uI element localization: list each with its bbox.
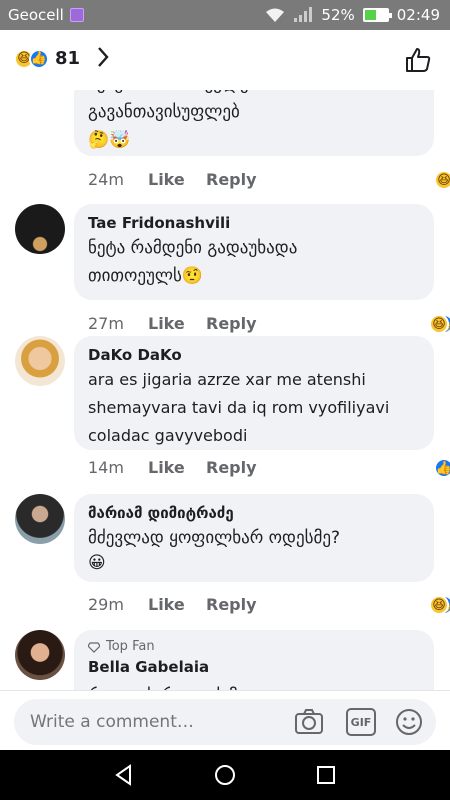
reply-link[interactable]: Reply [206, 458, 257, 477]
comment-bubble[interactable]: სენუსი ისია სმეკლე გავანთავისუფლებ 🤔🤯 [74, 90, 434, 156]
comment-time: 14m [88, 458, 124, 477]
comment-author[interactable]: Tae Fridonashvili [88, 212, 420, 234]
avatar[interactable] [15, 494, 65, 544]
back-icon[interactable] [112, 763, 136, 787]
comment-composer: GIF [0, 690, 450, 750]
like-link[interactable]: Like [148, 170, 185, 189]
clock: 02:49 [396, 6, 440, 24]
comment-input[interactable] [30, 709, 280, 735]
comment-time: 27m [88, 314, 124, 333]
comment-meta: 29m Like Reply 3 👍 😆 [88, 595, 450, 619]
composer-bar: GIF [14, 699, 436, 745]
reply-link[interactable]: Reply [206, 170, 257, 189]
camera-icon[interactable] [294, 708, 324, 736]
comment-text: ნეტა რამდენი გადაუხადა თითოეულს🤨 [88, 238, 298, 286]
reaction-count: 81 [55, 48, 81, 69]
comment-time: 29m [88, 595, 124, 614]
top-fan-label: Top Fan [106, 639, 155, 654]
comment-text: სენუსი ისია სმეკლე გავანთავისუფლებ [88, 90, 249, 122]
gif-label: GIF [350, 715, 372, 729]
signal-icon [294, 7, 313, 22]
like-link[interactable]: Like [148, 314, 185, 333]
top-fan-badge: Top Fan [88, 638, 420, 656]
comment-emojis: 🤔🤯 [88, 130, 131, 150]
like-link[interactable]: Like [148, 458, 185, 477]
comment-author[interactable]: DaKo DaKo [88, 344, 420, 366]
avatar[interactable] [15, 336, 65, 386]
like-link[interactable]: Like [148, 595, 185, 614]
like-emoji-icon: 👍 [434, 458, 450, 478]
comment-meta: 14m Like Reply 1 👍 [88, 458, 450, 482]
system-nav-bar [0, 750, 450, 800]
avatar[interactable] [15, 204, 65, 254]
comment-text: რაფუ ეს რით აქამაიკო [88, 682, 420, 690]
comment-bubble[interactable]: DaKo DaKo ara es jigaria azrze xar me at… [74, 336, 434, 450]
sim-icon [69, 8, 84, 22]
like-emoji-icon: 👍 [29, 48, 49, 69]
gif-icon[interactable]: GIF [346, 708, 376, 736]
comment-text: მძევლად ყოფილხარ ოდესმე? [88, 528, 341, 548]
comment-meta: 24m Like Reply 1 😆 [88, 170, 450, 194]
reaction-summary[interactable]: 😆 👍 81 [14, 48, 80, 69]
diamond-icon [88, 642, 100, 653]
comment-author[interactable]: მარიამ დიმიტრაძე [88, 502, 420, 524]
comment-author[interactable]: Bella Gabelaia [88, 656, 420, 678]
avatar[interactable] [15, 630, 65, 680]
status-bar: Geocell 52% 02:49 [0, 0, 450, 30]
comment-bubble[interactable]: Top Fan Bella Gabelaia რაფუ ეს რით აქამა… [74, 630, 434, 690]
recents-icon[interactable] [314, 763, 338, 787]
smiley-icon[interactable] [394, 708, 424, 736]
reply-link[interactable]: Reply [206, 314, 257, 333]
battery-icon [362, 8, 392, 22]
wifi-icon [266, 8, 285, 22]
comment-meta: 27m Like Reply 2 👍 😆 [88, 314, 450, 338]
haha-emoji-icon: 😆 [429, 314, 449, 334]
comment-bubble[interactable]: მარიამ დიმიტრაძე მძევლად ყოფილხარ ოდესმე… [74, 494, 434, 582]
comment-bubble[interactable]: Tae Fridonashvili ნეტა რამდენი გადაუხადა… [74, 204, 434, 300]
comment-list: სენუსი ისია სმეკლე გავანთავისუფლებ 🤔🤯 24… [0, 90, 450, 690]
comment-time: 24m [88, 170, 124, 189]
haha-emoji-icon: 😆 [429, 595, 449, 615]
haha-emoji-icon: 😆 [434, 170, 450, 190]
reply-link[interactable]: Reply [206, 595, 257, 614]
chevron-right-icon[interactable] [96, 45, 110, 69]
carrier-name: Geocell [8, 6, 64, 24]
comment-text: ara es jigaria azrze xar me atenshi shem… [88, 370, 390, 445]
home-icon[interactable] [213, 763, 237, 787]
battery-percent: 52% [321, 6, 355, 24]
reactions-header: 😆 👍 81 [0, 30, 450, 90]
comment-emojis: 😀 [88, 553, 106, 573]
thumbs-up-outline-icon[interactable] [404, 46, 432, 74]
